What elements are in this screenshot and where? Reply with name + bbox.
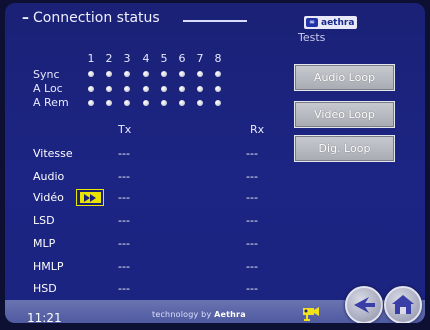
clock: 11:21 <box>27 311 62 323</box>
status-dot <box>143 71 149 77</box>
video-play-button[interactable] <box>76 189 104 206</box>
stat-rx-video: --- <box>246 191 258 204</box>
status-dot <box>88 71 94 77</box>
status-dot <box>179 86 185 92</box>
grid-column-7: 7 <box>196 52 204 65</box>
stat-label-video: Vidéo <box>33 191 64 204</box>
status-dot <box>124 71 130 77</box>
stat-tx-audio: --- <box>118 170 130 183</box>
tests-label: Tests <box>298 31 326 44</box>
stat-tx-hmlp: --- <box>118 260 130 273</box>
rx-header: Rx <box>250 123 265 136</box>
stat-rx-lsd: --- <box>246 214 258 227</box>
connection-status-screen: – Connection status ∞ aethra Tests Audio … <box>5 3 425 323</box>
status-dot <box>215 71 221 77</box>
dig-loop-button[interactable]: Dig. Loop <box>294 135 395 162</box>
row-label-a-rem: A Rem <box>33 96 69 109</box>
stat-label-vitesse: Vitesse <box>33 147 73 160</box>
video-loop-button[interactable]: Video Loop <box>294 101 395 128</box>
back-arrow-icon <box>354 297 375 313</box>
stat-rx-audio: --- <box>246 170 258 183</box>
stat-label-audio: Audio <box>33 170 65 183</box>
status-dot <box>88 86 94 92</box>
status-dot <box>143 100 149 106</box>
tx-header: Tx <box>118 123 132 136</box>
stat-tx-hsd: --- <box>118 282 130 295</box>
stat-tx-mlp: --- <box>118 237 130 250</box>
tech-prefix: technology by <box>152 310 215 319</box>
status-dot <box>88 100 94 106</box>
tech-brand: Aethra <box>214 310 246 319</box>
status-dot <box>106 71 112 77</box>
status-dot <box>161 100 167 106</box>
status-dot <box>179 71 185 77</box>
stat-label-mlp: MLP <box>33 237 56 250</box>
technology-credit: technology by Aethra <box>152 310 246 319</box>
fast-forward-icon <box>79 192 101 203</box>
title-text: Connection status <box>33 10 160 26</box>
title-dash: – <box>22 10 29 26</box>
status-dot <box>215 100 221 106</box>
status-dot <box>161 86 167 92</box>
status-dot <box>143 86 149 92</box>
dig-loop-label: Dig. Loop <box>318 142 371 155</box>
stat-label-lsd: LSD <box>33 214 55 227</box>
audio-loop-label: Audio Loop <box>313 71 376 84</box>
home-button[interactable] <box>384 286 422 323</box>
stat-label-hmlp: HMLP <box>33 260 64 273</box>
stat-rx-hmlp: --- <box>246 260 258 273</box>
status-dot <box>215 86 221 92</box>
header-divider <box>183 20 247 22</box>
status-dot <box>161 71 167 77</box>
stat-rx-mlp: --- <box>246 237 258 250</box>
brand-name: aethra <box>321 17 355 28</box>
back-button[interactable] <box>345 286 383 323</box>
grid-column-8: 8 <box>214 52 222 65</box>
page-title: – Connection status <box>22 10 160 26</box>
status-dot <box>106 100 112 106</box>
status-dot <box>124 100 130 106</box>
grid-column-5: 5 <box>160 52 168 65</box>
status-dot <box>197 86 203 92</box>
stat-rx-hsd: --- <box>246 282 258 295</box>
status-dot <box>197 100 203 106</box>
infinity-icon: ∞ <box>306 18 318 27</box>
status-dot <box>179 100 185 106</box>
row-label-sync: Sync <box>33 68 60 81</box>
status-dot <box>197 71 203 77</box>
grid-column-4: 4 <box>142 52 150 65</box>
status-dot <box>124 86 130 92</box>
row-label-a-loc: A Loc <box>33 82 63 95</box>
stat-tx-vitesse: --- <box>118 147 130 160</box>
home-icon <box>392 295 414 314</box>
audio-loop-button[interactable]: Audio Loop <box>294 64 395 91</box>
stat-label-hsd: HSD <box>33 282 57 295</box>
brand-logo: ∞ aethra <box>304 16 358 29</box>
grid-column-2: 2 <box>105 52 113 65</box>
camera-icon[interactable] <box>302 305 320 321</box>
grid-column-3: 3 <box>123 52 131 65</box>
video-loop-label: Video Loop <box>314 108 375 121</box>
grid-column-6: 6 <box>178 52 186 65</box>
stat-rx-vitesse: --- <box>246 147 258 160</box>
grid-column-1: 1 <box>87 52 95 65</box>
stat-tx-lsd: --- <box>118 214 130 227</box>
status-dot <box>106 86 112 92</box>
stat-tx-video: --- <box>118 191 130 204</box>
